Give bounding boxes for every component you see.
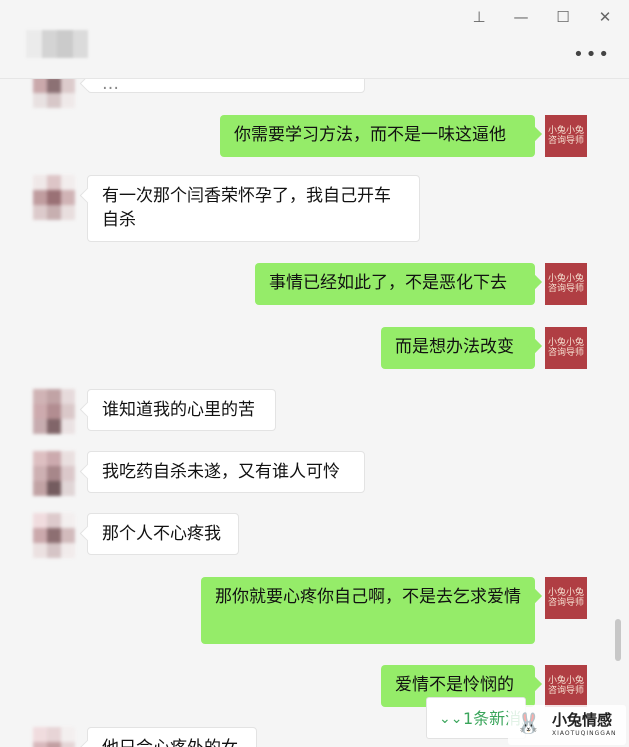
minimize-icon[interactable]: — [508, 6, 534, 28]
chat-area[interactable]: … 你需要学习方法，而不是一味这逼他 小兔小兔 咨询导师 有一次那个闫香荣怀孕了，… [0, 79, 629, 747]
avatar[interactable] [33, 389, 75, 434]
message-bubble[interactable]: 有一次那个闫香荣怀孕了，我自己开车自杀 [87, 175, 420, 242]
avatar-self[interactable]: 小兔小兔 咨询导师 [545, 665, 587, 707]
message-bubble[interactable]: 我吃药自杀未遂，又有谁人可怜 [87, 451, 365, 493]
message-bubble[interactable]: 你需要学习方法，而不是一味这逼他 [220, 115, 535, 157]
message-bubble[interactable]: 而是想办法改变 [381, 327, 535, 369]
close-icon[interactable]: ✕ [592, 6, 618, 28]
avatar[interactable] [33, 175, 75, 220]
avatar-self[interactable]: 小兔小兔 咨询导师 [545, 263, 587, 305]
pin-icon[interactable]: ⊥ [466, 6, 492, 28]
window-title-bar: ⊥ — ☐ ✕ ••• [0, 0, 629, 79]
avatar-self[interactable]: 小兔小兔 咨询导师 [545, 115, 587, 157]
rabbit-logo-icon: 🐰 [516, 711, 541, 735]
message-bubble[interactable]: 那个人不心疼我 [87, 513, 239, 555]
avatar[interactable] [33, 727, 75, 747]
avatar[interactable] [33, 513, 75, 558]
double-chevron-down-icon: ⌄⌄ [439, 711, 463, 727]
message-bubble[interactable]: 谁知道我的心里的苦 [87, 389, 276, 431]
message-bubble[interactable]: 事情已经如此了，不是恶化下去 [255, 263, 535, 305]
avatar[interactable] [33, 451, 75, 496]
avatar-self[interactable]: 小兔小兔 咨询导师 [545, 327, 587, 369]
chat-title-blurred [26, 30, 88, 58]
message-bubble[interactable]: … [87, 79, 365, 94]
message-bubble[interactable]: 他只会心疼外的女 [87, 727, 257, 747]
watermark-logo: 🐰 小兔情感 XIAOTUQINGGAN [508, 705, 626, 745]
avatar[interactable] [33, 79, 75, 108]
maximize-icon[interactable]: ☐ [550, 6, 576, 28]
avatar-self[interactable]: 小兔小兔 咨询导师 [545, 577, 587, 619]
more-icon[interactable]: ••• [573, 44, 611, 65]
message-bubble[interactable]: 那你就要心疼你自己啊，不是去乞求爱情 [201, 577, 535, 644]
scrollbar[interactable] [615, 619, 621, 661]
